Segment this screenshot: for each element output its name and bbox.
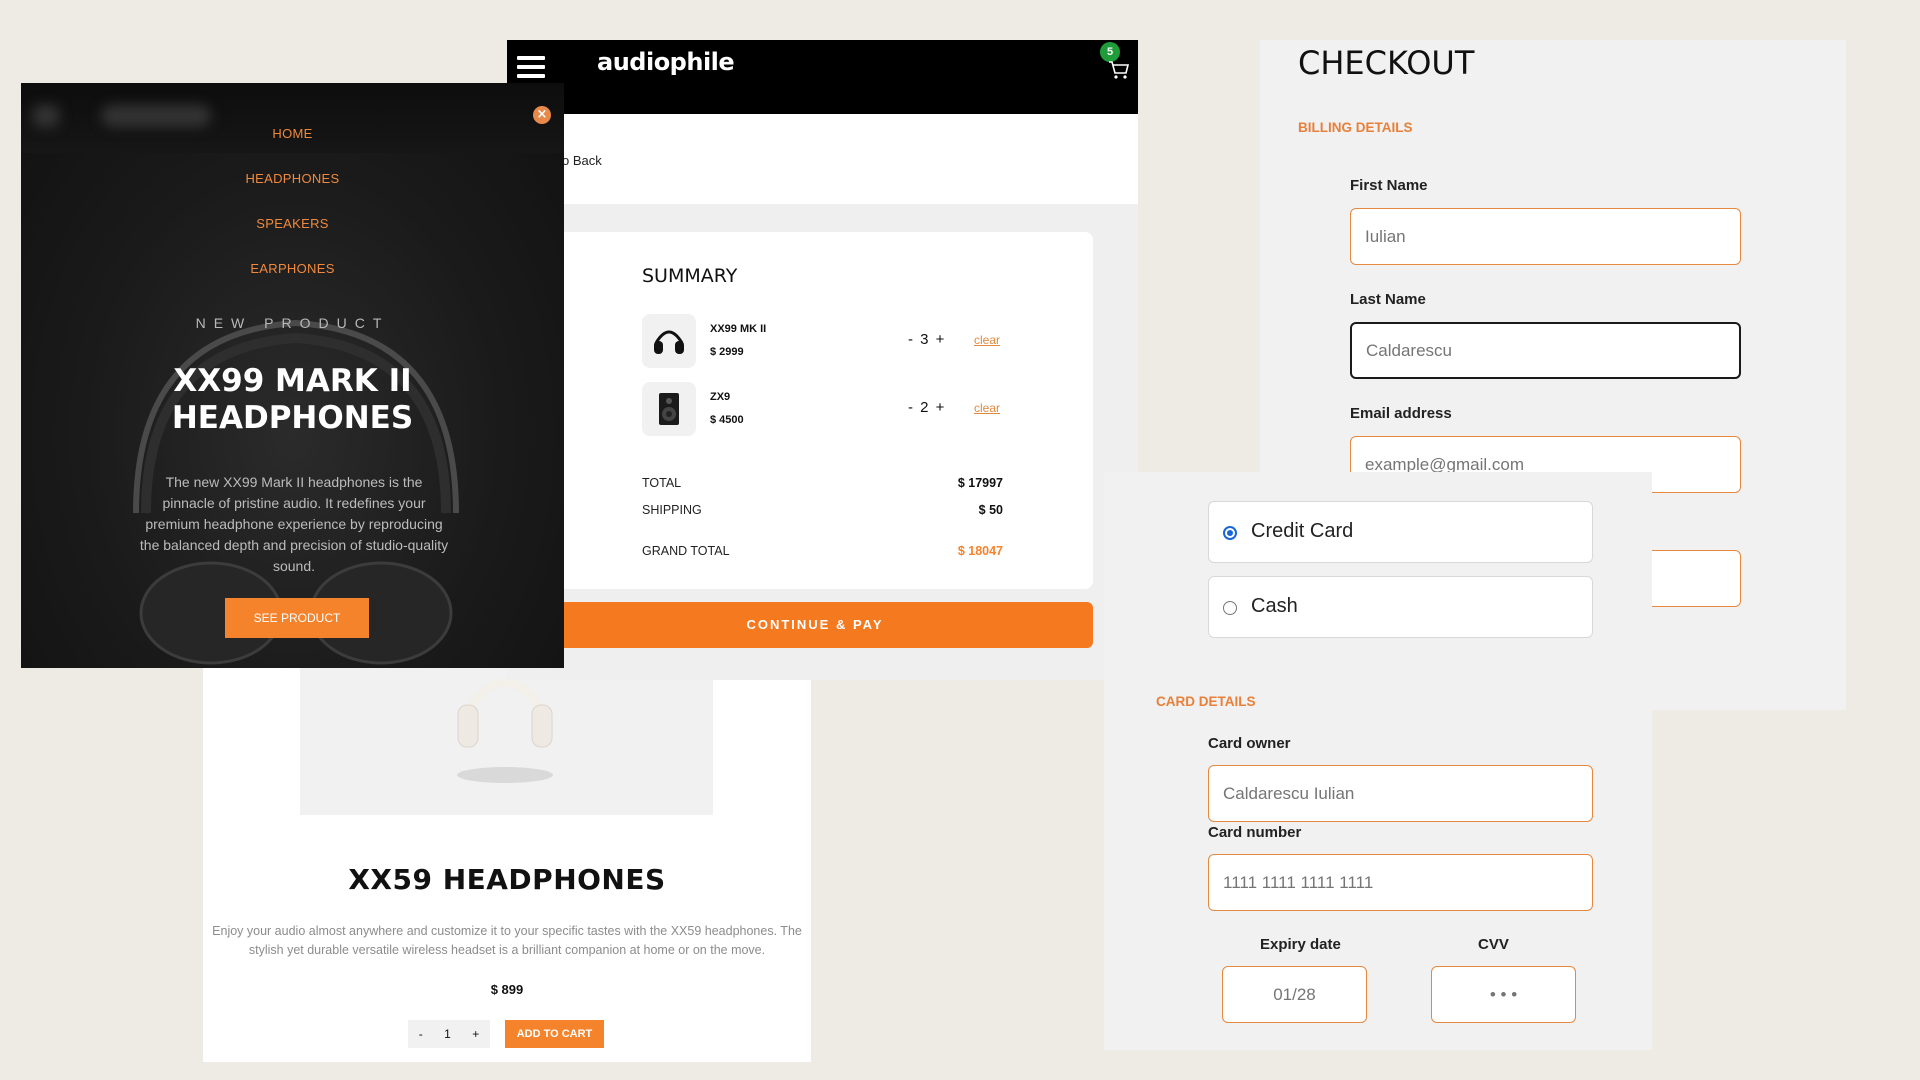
back-bar: o Back xyxy=(507,114,1138,204)
radio-selected-icon[interactable] xyxy=(1223,526,1237,540)
site-logo[interactable]: audiophile xyxy=(597,48,735,76)
grand-total-label: GRAND TOTAL xyxy=(642,544,730,558)
radio-icon[interactable] xyxy=(1223,601,1237,615)
go-back-link[interactable]: o Back xyxy=(562,153,602,168)
last-name-label: Last Name xyxy=(1350,291,1426,308)
add-to-cart-button[interactable]: ADD TO CART xyxy=(505,1020,604,1048)
menu-link-speakers[interactable]: SPEAKERS xyxy=(21,216,564,231)
card-number-field[interactable] xyxy=(1208,854,1593,911)
total-label: TOTAL xyxy=(642,476,682,490)
cart-item: XX99 MK II $ 2999 - 3 + clear xyxy=(642,314,1012,368)
grand-total-value: $ 18047 xyxy=(957,544,1003,558)
summary-card: SUMMARY XX99 MK II $ 2999 - 3 + clear ZX… xyxy=(537,232,1093,589)
payment-option-credit-card[interactable]: Credit Card xyxy=(1208,501,1593,563)
card-owner-field[interactable] xyxy=(1208,765,1593,822)
shipping-label: SHIPPING xyxy=(642,503,702,517)
menu-link-headphones[interactable]: HEADPHONES xyxy=(21,171,564,186)
quantity-stepper: - 1 + xyxy=(408,1020,490,1048)
item-quantity-stepper[interactable]: - 3 + xyxy=(908,331,944,348)
menu-topbar xyxy=(21,83,564,153)
last-name-field[interactable] xyxy=(1350,322,1741,379)
hero-title: XX99 MARK II HEADPHONES xyxy=(171,363,414,436)
continue-and-pay-button[interactable]: CONTINUE & PAY xyxy=(537,602,1093,648)
qty-value: 1 xyxy=(444,1027,451,1041)
cart-button[interactable]: 5 xyxy=(1100,42,1132,80)
item-name: ZX9 xyxy=(710,391,731,403)
item-price: $ 2999 xyxy=(710,346,744,358)
cvv-field[interactable] xyxy=(1431,966,1576,1023)
qty-decrease-button[interactable]: - xyxy=(419,1027,423,1041)
item-quantity-stepper[interactable]: - 2 + xyxy=(908,399,944,416)
close-icon[interactable]: × xyxy=(533,106,551,124)
product-price: $ 899 xyxy=(490,982,524,997)
product-detail-panel: XX59 HEADPHONES Enjoy your audio almost … xyxy=(203,660,811,1062)
first-name-label: First Name xyxy=(1350,177,1428,194)
item-thumbnail xyxy=(642,314,696,368)
blurred-logo xyxy=(101,105,211,127)
card-owner-label: Card owner xyxy=(1208,735,1291,752)
new-product-eyebrow: NEW PRODUCT xyxy=(195,315,390,331)
payment-option-label: Cash xyxy=(1251,595,1298,617)
hamburger-icon[interactable] xyxy=(517,56,545,78)
expiry-date-label: Expiry date xyxy=(1260,936,1341,953)
cart-icon xyxy=(1109,61,1130,79)
item-name: XX99 MK II xyxy=(710,323,767,335)
clear-item-link[interactable]: clear xyxy=(974,401,1000,415)
item-price: $ 4500 xyxy=(710,414,744,426)
email-label: Email address xyxy=(1350,405,1452,422)
menu-link-earphones[interactable]: EARPHONES xyxy=(21,261,564,276)
cart-count-badge: 5 xyxy=(1100,42,1120,62)
hero-description: The new XX99 Mark II headphones is the p… xyxy=(139,474,449,574)
see-product-button[interactable]: SEE PRODUCT xyxy=(225,598,369,638)
qty-increase-button[interactable]: + xyxy=(472,1027,479,1041)
mobile-menu-overlay: × HOME HEADPHONES SPEAKERS EARPHONES NEW… xyxy=(21,83,564,668)
payment-panel: Credit Card Cash CARD DETAILS Card owner… xyxy=(1104,472,1652,1050)
summary-title: SUMMARY xyxy=(642,265,738,287)
card-details-heading: CARD DETAILS xyxy=(1156,694,1256,709)
checkout-title: CHECKOUT xyxy=(1298,44,1475,82)
clear-item-link[interactable]: clear xyxy=(974,333,1000,347)
blurred-menu-icon xyxy=(33,105,59,127)
product-image xyxy=(300,660,713,815)
shipping-value: $ 50 xyxy=(978,503,1003,517)
cart-summary-panel: audiophile 5 o Back SUMMARY XX99 MK II $… xyxy=(507,40,1138,680)
billing-details-heading: BILLING DETAILS xyxy=(1298,120,1413,135)
product-title: XX59 HEADPHONES xyxy=(348,863,666,896)
card-number-label: Card number xyxy=(1208,824,1302,841)
product-description: Enjoy your audio almost anywhere and cus… xyxy=(212,924,802,957)
payment-option-label: Credit Card xyxy=(1251,520,1354,542)
item-thumbnail xyxy=(642,382,696,436)
first-name-field[interactable] xyxy=(1350,208,1741,265)
speaker-icon xyxy=(659,393,679,425)
expiry-date-field[interactable] xyxy=(1222,966,1367,1023)
site-header: audiophile 5 xyxy=(507,40,1138,114)
headphones-icon xyxy=(654,330,684,354)
menu-link-home[interactable]: HOME xyxy=(21,126,564,141)
cart-item: ZX9 $ 4500 - 2 + clear xyxy=(642,382,1012,436)
cvv-label: CVV xyxy=(1478,936,1509,953)
payment-option-cash[interactable]: Cash xyxy=(1208,576,1593,638)
total-value: $ 17997 xyxy=(957,476,1003,490)
